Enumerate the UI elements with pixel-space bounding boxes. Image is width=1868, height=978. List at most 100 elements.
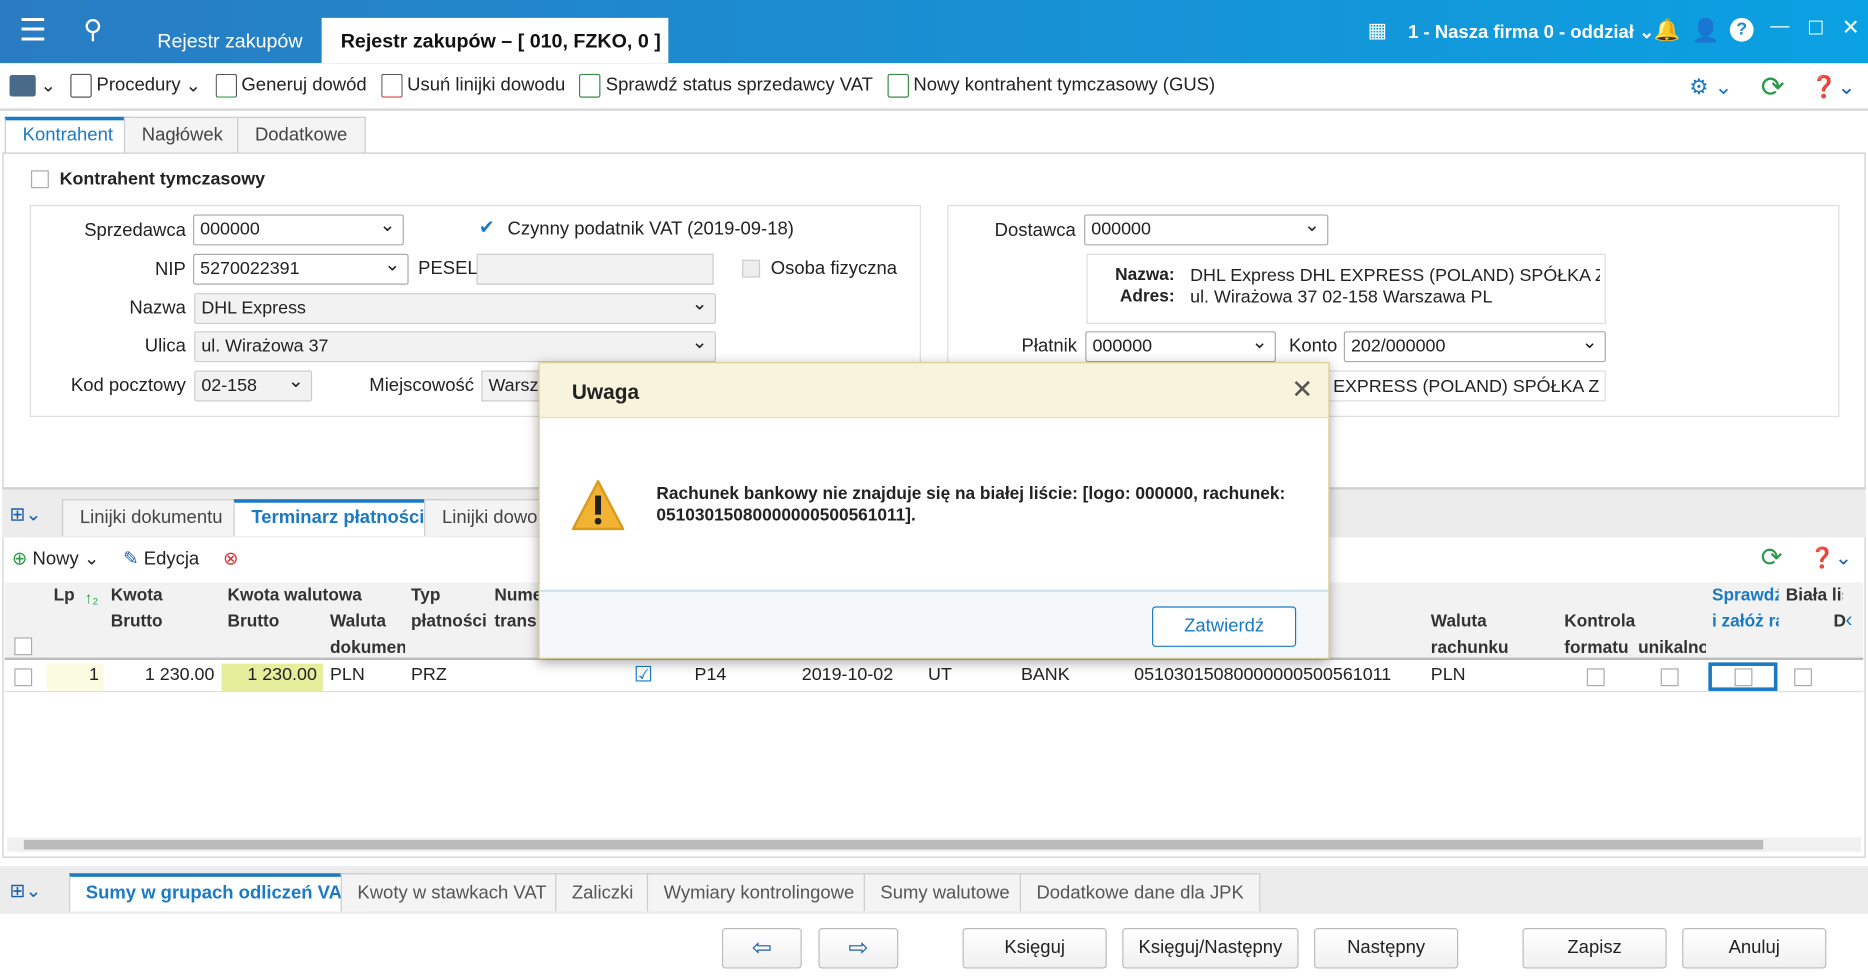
edit-button[interactable]: ✎ Edycja [123,548,199,571]
tab-jpk[interactable]: Dodatkowe dane dla JPK [1019,873,1261,912]
seller-select[interactable]: 000000 [192,213,404,246]
book-next-button[interactable]: Księguj/Następny [1122,928,1299,969]
grid-refresh-icon[interactable]: ⟳ [1761,542,1783,573]
col-kontrola[interactable]: Kontrola [1564,609,1635,635]
tab-voucher-lines[interactable]: Linijki dowo [424,499,556,537]
dialog-header: Uwaga ✕ [539,363,1329,419]
dialog-close-icon[interactable]: ✕ [1291,374,1313,405]
account-select[interactable]: 202/000000 [1343,330,1606,363]
book-button[interactable]: Księguj [962,928,1107,969]
payer-label: Płatnik [1021,335,1077,357]
sort-icon[interactable]: ↑₂ [85,589,99,607]
tab-currency-sums[interactable]: Sumy walutowe [863,873,1027,912]
tab-kontrahent[interactable]: Kontrahent [4,116,131,154]
col-typ[interactable]: Typ [411,583,440,609]
tab-lines[interactable]: Linijki dokumentu [61,499,241,537]
maximize-button[interactable]: ☐ [1807,17,1824,41]
col-kwota[interactable]: Kwota [111,583,163,609]
unique-check-checkbox[interactable] [1660,668,1679,687]
new-button[interactable]: ⊕ Nowy ⌄ [12,548,99,571]
payer-select[interactable]: 000000 [1085,330,1276,363]
procedures-label: Procedury [96,75,181,96]
menu-icon[interactable]: ☰ [19,14,47,45]
new-contractor-button[interactable]: Nowy kontrahent tymczasowy (GUS) [887,73,1216,98]
col-brutto[interactable]: Brutto [111,609,163,635]
next-button[interactable]: Następny [1314,928,1459,969]
tab-control-dimensions[interactable]: Wymiary kontrolingowe [646,873,871,912]
name-select[interactable]: DHL Express [194,292,716,325]
row-checkbox[interactable] [14,668,33,687]
dialog-footer: Zatwierdź [539,589,1329,658]
apps-icon[interactable]: ▦ [1368,19,1387,43]
scrollbar-thumb[interactable] [23,839,1764,850]
bottom-view-icon[interactable]: ⊞⌄ [10,879,42,903]
col-kwota-walutowa[interactable]: Kwota walutowa [228,583,362,609]
col-waluta[interactable]: Waluta [330,609,386,635]
col-waluta-rachunku[interactable]: Waluta [1431,609,1487,635]
col-sprawdz[interactable]: Sprawdź [1712,583,1779,609]
postal-select[interactable]: 02-158 [194,369,313,402]
seller-label: Sprzedawca [84,220,186,241]
close-button[interactable]: ✕ [1842,15,1860,40]
tab-naglowek[interactable]: Nagłówek [123,116,241,154]
pesel-input[interactable] [476,253,714,285]
confirm-button[interactable]: Zatwierdź [1152,606,1297,647]
street-select[interactable]: ul. Wirażowa 37 [194,330,716,363]
company-selector[interactable]: 1 - Nasza firma 0 - oddział ⌄ [1408,21,1654,44]
verify-checkbox[interactable] [1734,668,1753,687]
white-list-checkbox[interactable] [1794,668,1813,687]
supplier-select[interactable]: 000000 [1084,213,1329,246]
help-icon[interactable]: ❓⌄ [1811,75,1856,100]
tab-rejestr[interactable]: Rejestr zakupów [157,31,302,54]
edit-icon: ✎ [123,549,139,570]
save-button[interactable]: Zapisz [1522,928,1667,969]
vat-active-checkbox[interactable]: ✔ [478,219,497,239]
col-numer[interactable]: Nume [494,583,542,609]
tab-payment-schedule[interactable]: Terminarz płatności [233,499,443,537]
temp-contractor-label: Kontrahent tymczasowy [59,169,266,190]
next-arrow-button[interactable]: ⇨ [818,928,899,969]
help-icon[interactable]: ? [1729,17,1754,42]
user-icon[interactable]: 👤 [1692,17,1720,46]
procedures-button[interactable]: Procedury ⌄ [70,73,201,98]
refresh-icon[interactable]: ⟳ [1761,70,1785,105]
col-unikalnosci[interactable]: unikalno [1638,635,1706,661]
remove-lines-button[interactable]: Usuń linijki dowodu [380,73,565,98]
temp-contractor-checkbox[interactable] [30,170,49,189]
natural-person-label: Osoba fizyczna [770,258,898,279]
col-brutto-wal[interactable]: Brutto [228,609,280,635]
check-vat-button[interactable]: Sprawdź status sprzedawcy VAT [579,73,873,98]
horizontal-scrollbar[interactable] [7,837,1861,852]
verify-cell-focused[interactable] [1708,662,1778,691]
tab-advances[interactable]: Zaliczki [555,873,651,912]
search-icon[interactable]: ⚲ [83,14,102,45]
tab-vat-rates[interactable]: Kwoty w stawkach VAT [340,873,564,912]
generate-button[interactable]: Generuj dowód [215,73,367,98]
new-contractor-label: Nowy kontrahent tymczasowy (GUS) [913,75,1216,96]
previous-button[interactable]: ⇦ [721,928,802,969]
minimize-button[interactable]: — [1770,17,1789,38]
col-d[interactable]: D [1833,609,1845,635]
city-label: Miejscowość [369,375,474,396]
dialog-title: Uwaga [571,380,640,404]
tab-active-document[interactable]: Rejestr zakupów – [ 010, FZKO, 0 ] [321,17,669,64]
select-all-checkbox[interactable] [14,637,33,656]
cell-brutto: 1 230.00 [144,664,215,686]
view-icon[interactable]: ⊞⌄ [10,503,42,527]
delete-button[interactable]: ⊗ [223,548,238,571]
tab-dodatkowe[interactable]: Dodatkowe [237,116,366,154]
settings-icon[interactable]: ⚙ ⌄ [1689,75,1732,100]
print-button[interactable]: ⌄ [9,74,56,97]
col-lp[interactable]: Lp [54,583,75,609]
format-check-checkbox[interactable] [1586,668,1605,687]
col-formatu[interactable]: formatu [1564,635,1628,661]
grid-help-icon[interactable]: ❓⌄ [1810,547,1852,571]
cancel-button[interactable]: Anuluj [1682,928,1827,969]
natural-person-checkbox[interactable] [742,259,761,278]
chevron-left-icon[interactable]: ‹ [1845,608,1852,633]
cell-checkbox-checked[interactable]: ☑ [634,662,653,687]
bell-icon[interactable]: 🔔 [1654,18,1681,43]
tab-vat-groups[interactable]: Sumy w grupach odliczeń VAT [69,873,369,912]
nip-select[interactable]: 5270022391 [192,253,409,285]
col-biala-lista[interactable]: Biała lis [1786,583,1843,609]
